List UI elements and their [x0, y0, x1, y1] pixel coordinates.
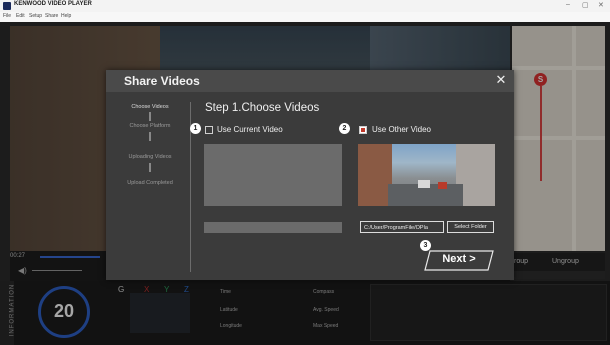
thumb-building-left — [358, 144, 392, 206]
thumb-car — [418, 180, 430, 188]
menu-setup[interactable]: Setup — [29, 13, 42, 19]
minimize-icon[interactable]: – — [566, 1, 570, 8]
select-folder-button[interactable]: Select Folder — [447, 221, 494, 233]
next-button[interactable]: Next > — [424, 250, 494, 271]
close-icon[interactable]: ✕ — [494, 73, 508, 87]
step-connector — [149, 112, 151, 121]
step-upload-completed: Upload Completed — [127, 180, 173, 186]
other-video-thumbnail — [358, 144, 495, 206]
use-current-video-label[interactable]: Use Current Video — [217, 125, 283, 134]
thumb-car — [438, 182, 447, 189]
current-video-preview — [204, 144, 342, 206]
step-heading: Step 1.Choose Videos — [205, 102, 320, 114]
step-choose-platform: Choose Platform — [129, 123, 171, 129]
use-other-video-checkbox[interactable] — [359, 126, 367, 134]
step-uploading-videos: Uploading Videos — [128, 154, 172, 160]
menu-bar: File Edit Setup Share Help — [0, 12, 610, 22]
folder-path-field[interactable]: C:/User/ProgramFile/OPla — [360, 221, 444, 233]
next-button-label: Next > — [442, 253, 476, 265]
menu-edit[interactable]: Edit — [16, 13, 25, 19]
step-choose-videos: Choose Videos — [131, 104, 169, 110]
dialog-title: Share Videos — [124, 74, 200, 88]
menu-help[interactable]: Help — [61, 13, 71, 19]
maximize-icon[interactable]: ▢ — [582, 1, 589, 9]
dialog-header: Share Videos ✕ — [106, 70, 514, 93]
app-logo-icon — [3, 2, 11, 10]
use-other-video-label[interactable]: Use Other Video — [372, 125, 431, 134]
step-badge-1: 1 — [190, 123, 201, 134]
window-title: KENWOOD VIDEO PLAYER — [14, 1, 92, 7]
menu-share[interactable]: Share — [45, 13, 58, 19]
current-video-path — [204, 222, 342, 233]
use-current-video-checkbox[interactable] — [205, 126, 213, 134]
step-badge-2: 2 — [339, 123, 350, 134]
share-videos-dialog: Share Videos ✕ Choose Videos Choose Plat… — [106, 70, 514, 280]
close-window-icon[interactable]: ✕ — [598, 1, 604, 9]
menu-file[interactable]: File — [3, 13, 11, 19]
step-connector — [149, 132, 151, 141]
step-connector — [149, 163, 151, 172]
